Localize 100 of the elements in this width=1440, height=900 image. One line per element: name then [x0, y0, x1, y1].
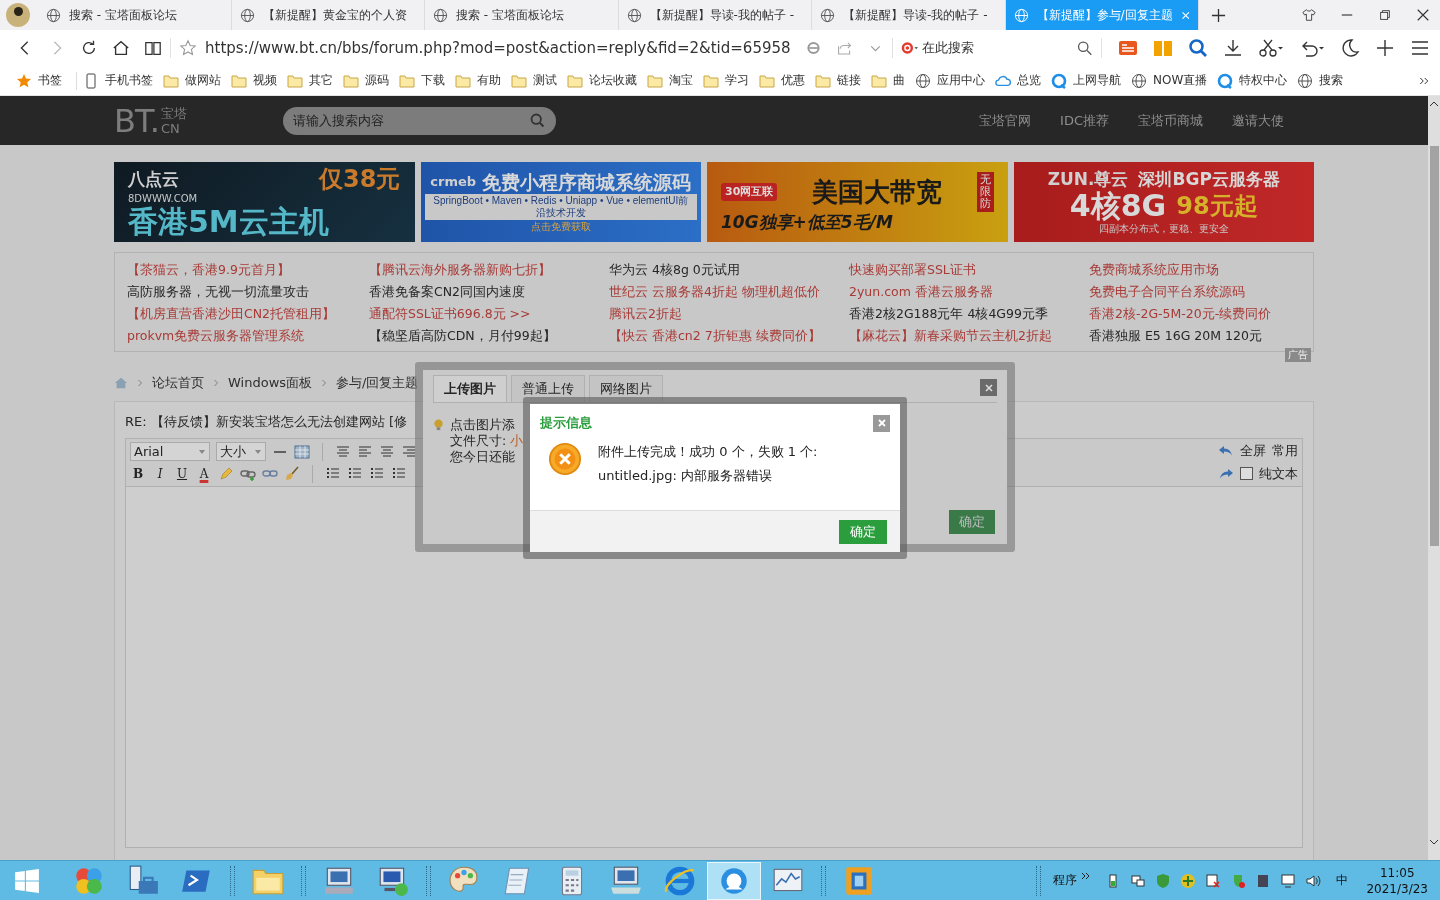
breadcrumb-link[interactable]: 参与/回复主题 [336, 374, 419, 392]
ad-link[interactable]: 【腾讯云海外服务器新购七折】 [369, 259, 551, 281]
format-button[interactable]: B [130, 467, 146, 481]
bookmark[interactable]: NOW直播 [1131, 72, 1208, 89]
format-button[interactable]: I [152, 467, 168, 481]
nav-link[interactable]: 宝塔官网 [979, 111, 1032, 130]
scissors-icon[interactable] [1258, 38, 1284, 58]
bookmark[interactable]: 手机书签 [83, 72, 153, 89]
profile-avatar[interactable] [6, 3, 30, 27]
bookmark[interactable]: 优惠 [759, 72, 805, 89]
close-icon[interactable] [1416, 8, 1430, 22]
bookmark[interactable]: 总览 [995, 72, 1041, 89]
ad-link[interactable]: 世纪云 云服务器4折起 物理机超低价 [609, 281, 820, 303]
align-icon[interactable] [379, 443, 395, 460]
ad-link[interactable]: 腾讯云2折起 [609, 303, 682, 325]
url-field[interactable]: https://www.bt.cn/bbs/forum.php?mod=post&action=reply&fid=2&tid=65958 [205, 39, 791, 57]
ad-link[interactable]: 香港独服 E5 16G 20M 120元 [1089, 325, 1262, 347]
reload-icon[interactable] [80, 39, 98, 57]
monitor-icon[interactable] [1280, 872, 1297, 889]
nav-link[interactable]: IDC推荐 [1060, 111, 1109, 130]
ad-link[interactable]: 香港2核2G188元年 4核4G99元季 [849, 303, 1048, 325]
shirt-icon[interactable] [1302, 8, 1316, 22]
format-button[interactable]: U [174, 467, 190, 481]
ad-link[interactable]: 快速购买部署SSL证书 [849, 259, 976, 281]
ad-link[interactable]: 香港2核-2G-5M-20元-续费同价 [1089, 303, 1272, 325]
bookmark[interactable]: 有助 [455, 72, 501, 89]
moon-icon[interactable] [1340, 38, 1360, 58]
size-select[interactable]: 大小 [216, 442, 266, 461]
news-icon[interactable] [1118, 38, 1138, 58]
download-icon[interactable] [1223, 38, 1243, 58]
bookmark[interactable]: 下载 [399, 72, 445, 89]
book-icon[interactable] [144, 39, 162, 57]
bookmark[interactable]: 淘宝 [647, 72, 693, 89]
font-select[interactable]: Arial [130, 442, 210, 461]
bookmark[interactable]: 视频 [231, 72, 277, 89]
align-icon[interactable] [335, 443, 351, 460]
restore-icon[interactable] [1378, 8, 1392, 22]
fullscreen-button[interactable]: 全屏 [1240, 442, 1266, 461]
bookmark[interactable]: 测试 [511, 72, 557, 89]
chevron-right-icon[interactable] [1081, 871, 1092, 880]
table-icon[interactable] [294, 443, 310, 460]
search-engine-icon[interactable] [900, 39, 918, 57]
ad-link[interactable]: 【快云 香港cn2 7折钜惠 续费同价】 [609, 325, 821, 347]
ad-link[interactable]: 香港免备案CN2同国内速度 [369, 281, 526, 303]
ad-link[interactable]: 2yun.com 香港云服务器 [849, 281, 993, 303]
scroll-down-icon[interactable] [1429, 838, 1439, 846]
flag-icon[interactable] [1205, 872, 1222, 889]
ad-banner[interactable]: crmeb 免费小程序商城系统源码 SpringBoot • Maven • Redis • Uniapp • Vue • elementUI前沿技术开发 点击免费获取 [420, 162, 701, 242]
ad-banner[interactable]: 八点云 仅38元 8DWWW.COM 香港5M云主机 [114, 162, 415, 242]
scroll-up-icon[interactable] [1429, 100, 1439, 108]
ad-link[interactable]: 【麻花云】新春采购节云主机2折起 [849, 325, 1052, 347]
home-icon[interactable] [112, 39, 130, 57]
dialog-tab[interactable]: 网络图片 [589, 375, 663, 402]
browser-icon[interactable] [707, 861, 761, 900]
speaker-icon[interactable] [1305, 872, 1322, 889]
clock[interactable]: 11:05 2021/3/23 [1348, 864, 1440, 897]
network-icon[interactable] [1130, 872, 1147, 889]
bookmark[interactable]: 做网站 [163, 72, 221, 89]
bookmark[interactable]: 搜索 [1297, 72, 1344, 89]
align-icon[interactable] [357, 443, 373, 460]
bookmark[interactable]: 上网导航 [1051, 72, 1121, 89]
bookmark[interactable]: 学习 [703, 72, 749, 89]
search-icon[interactable] [1075, 39, 1093, 57]
ad-link[interactable]: prokvm免费云服务器管理系统 [127, 325, 305, 347]
bookmark[interactable]: 其它 [287, 72, 333, 89]
bookmark[interactable]: 链接 [815, 72, 861, 89]
ad-link[interactable]: 华为云 4核8g 0元试用 [609, 259, 740, 281]
breadcrumb-link[interactable]: Windows面板 [228, 374, 313, 392]
ad-link[interactable]: 免费电子合同平台系统源码 [1089, 281, 1245, 303]
common-button[interactable]: 常用 [1272, 442, 1298, 461]
nav-link[interactable]: 邀请大使 [1232, 111, 1284, 130]
ad-link[interactable]: 通配符SSL证书696.8元 >> [369, 303, 531, 325]
input-method-label[interactable]: 中 [1336, 872, 1349, 889]
ad-link[interactable]: 免费商城系统应用市场 [1089, 259, 1219, 281]
dialog-tab[interactable]: 普通上传 [511, 375, 585, 402]
checkbox[interactable] [1240, 467, 1253, 481]
bookmark[interactable]: 应用中心 [915, 72, 985, 89]
align-icon[interactable] [401, 443, 417, 460]
ad-link[interactable]: 【茶猫云，香港9.9元首月】 [127, 259, 290, 281]
plus-circle-icon[interactable] [1180, 872, 1197, 889]
menu-icon[interactable] [1410, 38, 1430, 58]
bookmark[interactable]: 论坛收藏 [567, 72, 637, 89]
star-icon[interactable] [179, 39, 197, 57]
bookmark[interactable]: 特权中心 [1217, 72, 1288, 89]
new-tab-icon[interactable] [1211, 7, 1226, 23]
ad-link[interactable]: 【稳坚盾高防CDN，月付99起】 [369, 325, 556, 347]
breadcrumb-link[interactable]: 论坛首页 [152, 374, 204, 392]
close-button[interactable] [873, 414, 890, 432]
search-icon[interactable] [1188, 38, 1208, 58]
close-button[interactable] [980, 379, 997, 396]
ad-banner[interactable]: ZUN.尊云 深圳BGP云服务器 4核8G 98元起 四副本分布式，更稳、更安全 [1013, 162, 1314, 242]
toolbar-label[interactable]: 程序 [1053, 872, 1078, 889]
bookmark[interactable]: 源码 [343, 72, 389, 89]
ad-banner[interactable]: 30网互联 美国大带宽 无限防 10G独享+低至5毛/M [707, 162, 1008, 242]
confirm-button[interactable]: 确定 [839, 519, 887, 544]
format-button[interactable]: A [196, 467, 212, 481]
bookmark[interactable]: 曲 [871, 72, 905, 89]
brush-icon[interactable] [284, 466, 300, 482]
search-field[interactable]: 请输入搜索内容 [282, 106, 556, 135]
scrollbar[interactable] [1428, 96, 1440, 860]
